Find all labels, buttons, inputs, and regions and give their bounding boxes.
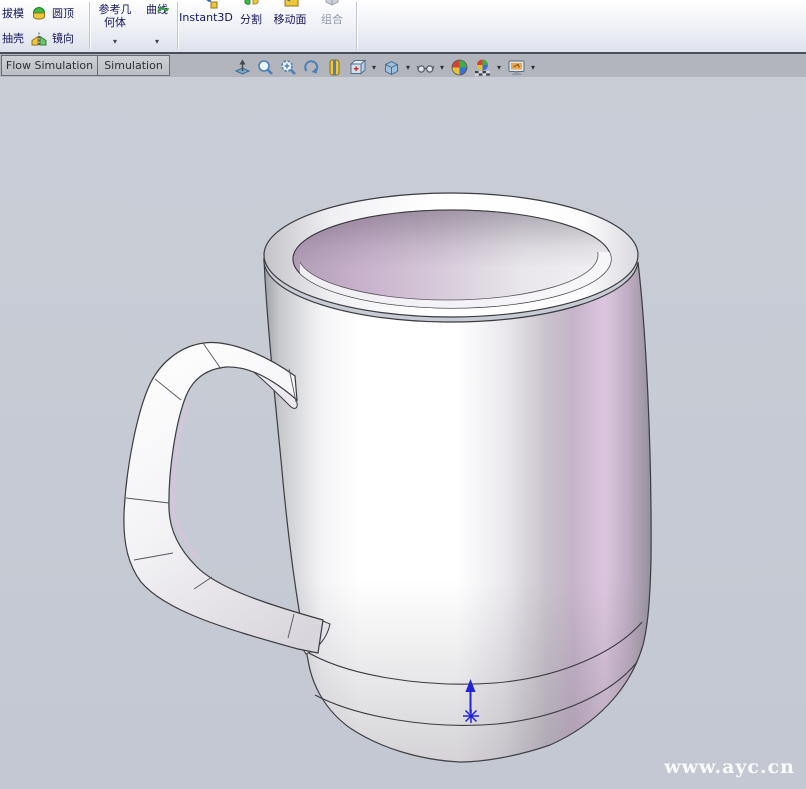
dropdown-caret[interactable]: ▾ (370, 63, 378, 72)
view-orientation-button[interactable] (347, 57, 367, 77)
split-button[interactable]: 分割 (234, 0, 268, 30)
dropdown-caret[interactable]: ▾ (404, 63, 412, 72)
zoom-in-out-icon (279, 58, 298, 77)
dome-label: 圆顶 (52, 5, 74, 21)
heads-up-view-toolbar: ▾ ▾ ▾ ▾ ▾ (232, 55, 537, 79)
apply-scene-button[interactable] (472, 57, 492, 77)
tab-simulation[interactable]: Simulation (97, 55, 170, 76)
zoom-to-area-button[interactable] (255, 57, 275, 77)
zoom-to-fit-icon (233, 58, 252, 77)
combine-button[interactable]: 组合 (312, 0, 352, 30)
reference-geometry-label-1: 参考几 (99, 3, 132, 16)
rotate-view-button[interactable] (301, 57, 321, 77)
hide-show-items-button[interactable] (415, 57, 435, 77)
display-style-button[interactable] (381, 57, 401, 77)
section-view-button[interactable] (324, 57, 344, 77)
edit-appearance-icon (450, 58, 469, 77)
edit-appearance-button[interactable] (449, 57, 469, 77)
dome-button[interactable]: 圆顶 (30, 4, 74, 22)
rotate-view-icon (302, 58, 321, 77)
chevron-down-icon[interactable]: ▾ (140, 38, 174, 46)
reference-geometry-button[interactable]: 参考几 何体 ▾ (93, 3, 137, 46)
section-view-icon (325, 58, 344, 77)
dropdown-caret[interactable]: ▾ (495, 63, 503, 72)
hide-show-items-icon (416, 58, 435, 77)
shell-button[interactable]: 抽壳 (2, 32, 24, 45)
dropdown-caret[interactable]: ▾ (529, 63, 537, 72)
move-face-button[interactable]: 移动面 (266, 0, 314, 30)
view-settings-button[interactable] (506, 57, 526, 77)
dropdown-caret[interactable]: ▾ (438, 63, 446, 72)
toolbar-separator (89, 2, 90, 49)
apply-scene-icon (473, 58, 492, 77)
zoom-to-area-icon (256, 58, 275, 77)
tab-flow-simulation[interactable]: Flow Simulation (1, 55, 98, 76)
instant3d-label: Instant3D (179, 11, 233, 24)
mug-model[interactable] (0, 77, 806, 789)
combine-label: 组合 (321, 11, 343, 27)
move-face-label: 移动面 (274, 11, 307, 27)
view-settings-icon (507, 58, 526, 77)
draft-button[interactable]: 拔模 (2, 7, 24, 20)
instant3d-button[interactable]: Instant3D (178, 0, 234, 30)
mug-base-shading (264, 258, 651, 762)
watermark: www.ayc.cn (664, 756, 795, 778)
chevron-down-icon[interactable]: ▾ (93, 38, 137, 46)
features-toolbar: 拔模 抽壳 圆顶 镜向 参考几 何体 ▾ 曲线 ▾ (0, 0, 806, 54)
toolbar-separator (356, 2, 357, 49)
graphics-viewport[interactable]: www.ayc.cn (0, 77, 806, 789)
mirror-button[interactable]: 镜向 (30, 29, 74, 47)
reference-geometry-label-2: 何体 (104, 16, 126, 29)
display-style-icon (382, 58, 401, 77)
zoom-in-out-button[interactable] (278, 57, 298, 77)
mirror-label: 镜向 (52, 30, 74, 46)
dome-icon (30, 4, 48, 22)
zoom-to-fit-button[interactable] (232, 57, 252, 77)
view-orientation-icon (348, 58, 367, 77)
curves-icon (157, 0, 169, 17)
split-label: 分割 (240, 11, 262, 27)
mirror-icon (30, 29, 48, 47)
